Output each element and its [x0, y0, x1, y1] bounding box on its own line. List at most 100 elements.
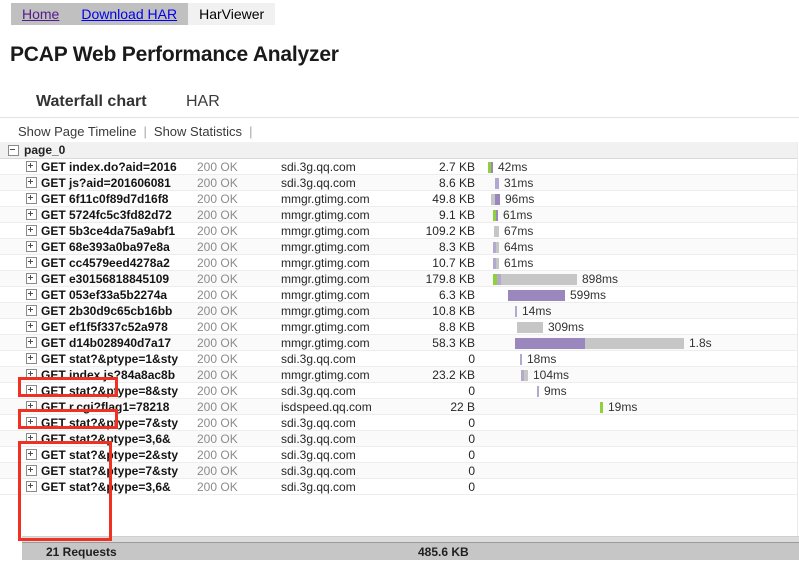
collapse-minus-icon[interactable]: [8, 145, 19, 156]
timeline-bar[interactable]: [517, 322, 543, 333]
timeline-bar[interactable]: [521, 370, 528, 381]
row-expand-cell[interactable]: [26, 225, 38, 236]
table-row[interactable]: GET stat?&ptype=7&sty200 OKsdi.3g.qq.com…: [0, 463, 797, 479]
page-group-row[interactable]: page_0: [0, 142, 797, 159]
table-row[interactable]: GET 5724fc5c3fd82d72200 OKmmgr.gtimg.com…: [0, 207, 797, 223]
cell-status: 200 OK: [197, 384, 271, 398]
table-row[interactable]: GET index.js?84a8ac8b200 OKmmgr.gtimg.co…: [0, 367, 797, 383]
expand-plus-icon[interactable]: [26, 369, 37, 380]
table-row[interactable]: GET index.do?aid=2016200 OKsdi.3g.qq.com…: [0, 159, 797, 175]
table-row[interactable]: GET stat?&ptype=2&sty200 OKsdi.3g.qq.com…: [0, 447, 797, 463]
row-expand-cell[interactable]: [26, 241, 38, 252]
expand-plus-icon[interactable]: [26, 225, 37, 236]
row-expand-cell[interactable]: [26, 369, 38, 380]
row-expand-cell[interactable]: [26, 305, 38, 316]
table-row[interactable]: GET stat?&ptype=3,6&200 OKsdi.3g.qq.com0: [0, 479, 797, 495]
table-row[interactable]: GET stat?&ptype=7&sty200 OKsdi.3g.qq.com…: [0, 415, 797, 431]
cell-timeline: [487, 447, 797, 463]
timeline-bar[interactable]: [600, 402, 603, 413]
table-row[interactable]: GET js?aid=201606081200 OKsdi.3g.qq.com8…: [0, 175, 797, 191]
row-expand-cell[interactable]: [26, 465, 38, 476]
page-group-label: page_0: [24, 143, 65, 157]
timeline-bar[interactable]: [493, 274, 577, 285]
table-row[interactable]: GET 6f11c0f89d7d16f8200 OKmmgr.gtimg.com…: [0, 191, 797, 207]
timeline-segment-recv: [524, 370, 528, 381]
table-row[interactable]: GET 68e393a0ba97e8a200 OKmmgr.gtimg.com8…: [0, 239, 797, 255]
expand-plus-icon[interactable]: [26, 465, 37, 476]
expand-plus-icon[interactable]: [26, 257, 37, 268]
row-expand-cell[interactable]: [26, 417, 38, 428]
row-expand-cell[interactable]: [26, 177, 38, 188]
table-row[interactable]: GET e30156818845109200 OKmmgr.gtimg.com1…: [0, 271, 797, 287]
show-page-timeline-link[interactable]: Show Page Timeline: [18, 124, 137, 139]
table-row[interactable]: GET stat?&ptype=8&sty200 OKsdi.3g.qq.com…: [0, 383, 797, 399]
timeline-bar[interactable]: [493, 210, 498, 221]
expand-plus-icon[interactable]: [26, 321, 37, 332]
expand-plus-icon[interactable]: [26, 305, 37, 316]
timeline-bar[interactable]: [493, 242, 499, 253]
expand-plus-icon[interactable]: [26, 241, 37, 252]
expand-plus-icon[interactable]: [26, 449, 37, 460]
nav-link-home[interactable]: Home: [11, 3, 70, 25]
expand-plus-icon[interactable]: [26, 353, 37, 364]
table-row[interactable]: GET r.cgi?flag1=78218200 OKisdspeed.qq.c…: [0, 399, 797, 415]
timeline-segment-recv: [517, 322, 543, 333]
expand-plus-icon[interactable]: [26, 161, 37, 172]
row-expand-cell[interactable]: [26, 257, 38, 268]
row-expand-cell[interactable]: [26, 289, 38, 300]
timeline-bar[interactable]: [494, 226, 499, 237]
expand-plus-icon[interactable]: [26, 385, 37, 396]
timeline-bar[interactable]: [520, 354, 522, 365]
timeline-bar[interactable]: [508, 290, 565, 301]
timeline-bar[interactable]: [515, 338, 684, 349]
timeline-bar[interactable]: [495, 178, 499, 189]
expand-plus-icon[interactable]: [26, 433, 37, 444]
row-expand-cell[interactable]: [26, 337, 38, 348]
row-expand-cell[interactable]: [26, 353, 38, 364]
nav-link-download-har[interactable]: Download HAR: [70, 3, 188, 25]
row-expand-cell[interactable]: [26, 433, 38, 444]
table-row[interactable]: GET ef1f5f337c52a978200 OKmmgr.gtimg.com…: [0, 319, 797, 335]
page-title: PCAP Web Performance Analyzer: [10, 43, 339, 67]
show-statistics-link[interactable]: Show Statistics: [154, 124, 242, 139]
timeline-bar[interactable]: [491, 194, 500, 205]
expand-plus-icon[interactable]: [26, 401, 37, 412]
cell-timeline: 61ms: [487, 207, 797, 223]
nav-current-harviewer[interactable]: HarViewer: [188, 3, 275, 25]
waterfall-panel[interactable]: page_0 GET index.do?aid=2016200 OKsdi.3g…: [0, 142, 798, 560]
row-expand-cell[interactable]: [26, 321, 38, 332]
expand-plus-icon[interactable]: [26, 177, 37, 188]
expand-plus-icon[interactable]: [26, 337, 37, 348]
row-expand-cell[interactable]: [26, 193, 38, 204]
timeline-segment-recv: [501, 274, 577, 285]
timeline-bar[interactable]: [493, 258, 499, 269]
table-row[interactable]: GET 053ef33a5b2274a200 OKmmgr.gtimg.com6…: [0, 287, 797, 303]
table-row[interactable]: GET d14b028940d7a17200 OKmmgr.gtimg.com5…: [0, 335, 797, 351]
table-row[interactable]: GET stat?&ptype=1&sty200 OKsdi.3g.qq.com…: [0, 351, 797, 367]
expand-plus-icon[interactable]: [26, 481, 37, 492]
expand-plus-icon[interactable]: [26, 289, 37, 300]
tab-har[interactable]: HAR: [172, 86, 234, 118]
tab-waterfall-chart[interactable]: Waterfall chart: [22, 86, 161, 118]
expand-plus-icon[interactable]: [26, 209, 37, 220]
timeline-bar[interactable]: [537, 386, 539, 397]
row-expand-cell[interactable]: [26, 209, 38, 220]
timeline-bar[interactable]: [515, 306, 517, 317]
expand-plus-icon[interactable]: [26, 417, 37, 428]
row-expand-cell[interactable]: [26, 481, 38, 492]
table-row[interactable]: GET 2b30d9c65cb16bb200 OKmmgr.gtimg.com1…: [0, 303, 797, 319]
timeline-bar[interactable]: [488, 162, 493, 173]
timeline-duration-label: 14ms: [522, 304, 551, 318]
row-expand-cell[interactable]: [26, 161, 38, 172]
row-expand-cell[interactable]: [26, 385, 38, 396]
expand-plus-icon[interactable]: [26, 273, 37, 284]
table-row[interactable]: GET stat?&ptype=3,6&200 OKsdi.3g.qq.com0: [0, 431, 797, 447]
row-expand-cell[interactable]: [26, 401, 38, 412]
cell-timeline: 104ms: [487, 367, 797, 383]
row-expand-cell[interactable]: [26, 449, 38, 460]
expand-plus-icon[interactable]: [26, 193, 37, 204]
row-expand-cell[interactable]: [26, 273, 38, 284]
cell-domain: mmgr.gtimg.com: [281, 240, 403, 254]
table-row[interactable]: GET 5b3ce4da75a9abf1200 OKmmgr.gtimg.com…: [0, 223, 797, 239]
table-row[interactable]: GET cc4579eed4278a2200 OKmmgr.gtimg.com1…: [0, 255, 797, 271]
